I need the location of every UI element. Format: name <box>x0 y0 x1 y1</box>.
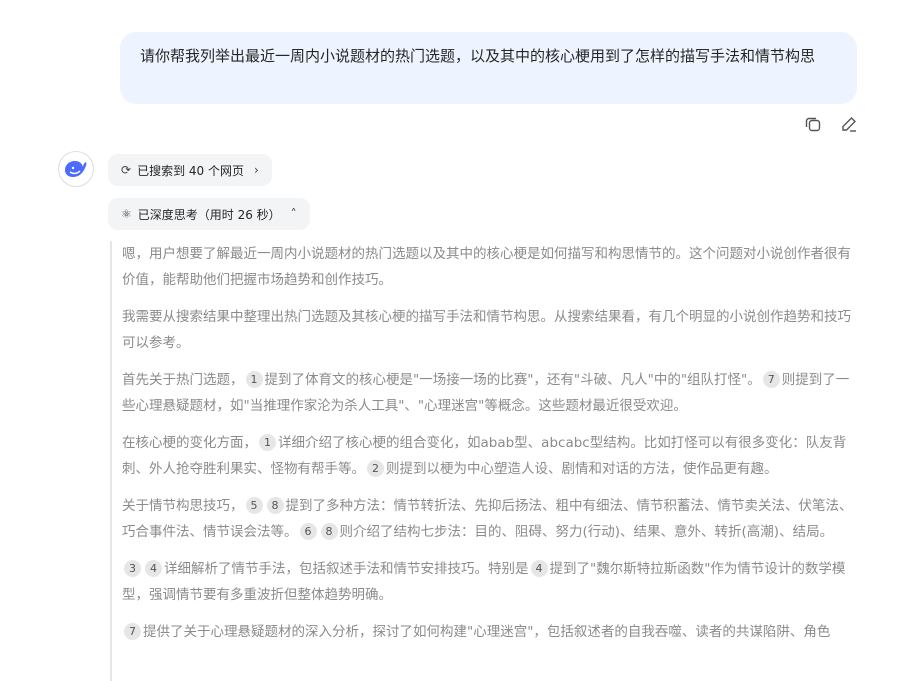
citation-badge[interactable]: 1 <box>259 434 276 451</box>
citation-badge[interactable]: 2 <box>367 460 384 477</box>
thinking-paragraph: 嗯，用户想要了解最近一周内小说题材的热门选题以及其中的核心梗是如何描写和构思情节… <box>122 246 851 288</box>
citation-badge[interactable]: 1 <box>245 371 263 388</box>
thinking-paragraph: 首先关于热门选题， 1 提到了体育文的核心梗是"一场接一场的比赛"，还有"斗破、凡人… <box>122 367 862 419</box>
citation-badge[interactable]: 8 <box>266 497 284 514</box>
user-message: 请你帮我列举出最近一周内小说题材的热门选题，以及其中的核心梗用到了怎样的描写手法… <box>120 32 857 104</box>
thinking-paragraph: 3 4 详细解析了情节手法，包括叙述手法和情节安排技巧。特别是 4 提到了"魏尔斯特拉斯… <box>122 556 862 608</box>
text-span: 则介绍了结构七步法：目的、阻碍、努力(行动)、结果、意外、转折(高潮)、结局。 <box>339 524 834 540</box>
citation-badge[interactable]: 7 <box>762 371 780 388</box>
thinking-paragraph: 7 提供了关于心理悬疑题材的深入分析，探讨了如何构建"心理迷宫"，包括叙述者的自我… <box>122 619 862 645</box>
assistant-avatar <box>58 151 94 187</box>
whale-logo-icon <box>65 161 87 177</box>
citation-badge[interactable]: 8 <box>320 523 338 540</box>
edit-icon[interactable] <box>839 114 859 134</box>
citation-badge[interactable]: 4 <box>145 560 162 577</box>
thinking-content: 嗯，用户想要了解最近一周内小说题材的热门选题以及其中的核心梗是如何描写和构思情节… <box>110 241 862 681</box>
thinking-paragraph: 我需要从搜索结果中整理出热门选题及其核心梗的描写手法和情节构思。从搜索结果看，有… <box>122 309 851 351</box>
text-span: 在核心梗的变化方面， <box>122 435 257 451</box>
deep-thinking-toggle[interactable]: ⚛ 已深度思考（用时 26 秒） ˄ <box>108 198 310 230</box>
message-actions <box>803 114 859 134</box>
citation-badge[interactable]: 5 <box>245 497 263 514</box>
text-span: 则提到以梗为中心塑造人设、剧情和对话的方法，使作品更有趣。 <box>386 461 778 477</box>
text-span: 关于情节构思技巧， <box>122 498 244 514</box>
citation-badge[interactable]: 7 <box>124 623 141 640</box>
text-span: 提到了体育文的核心梗是"一场接一场的比赛"，还有"斗破、凡人"中的"组队打怪"。 <box>264 372 761 388</box>
text-span: 首先关于热门选题， <box>122 372 244 388</box>
text-span: 提供了关于心理悬疑题材的深入分析，探讨了如何构建"心理迷宫"，包括叙述者的自我吞… <box>143 624 831 640</box>
search-results-button[interactable]: ⟳ 已搜索到 40 个网页 › <box>108 154 272 186</box>
chevron-right-icon: › <box>253 163 259 177</box>
citation-badge[interactable]: 3 <box>124 560 141 577</box>
citation-badge[interactable]: 6 <box>299 523 317 540</box>
thinking-paragraph: 在核心梗的变化方面， 1 详细介绍了核心梗的组合变化，如abab型、abcabc型结… <box>122 430 862 482</box>
thinking-paragraph: 关于情节构思技巧， 5 8 提到了多种方法：情节转折法、先抑后扬法、粗中有细法、情节积… <box>122 493 862 545</box>
atom-icon: ⚛ <box>121 207 132 221</box>
refresh-icon: ⟳ <box>121 163 132 177</box>
citation-badge[interactable]: 4 <box>530 560 548 577</box>
deep-thinking-label: 已深度思考（用时 26 秒） <box>137 207 281 222</box>
chevron-up-icon: ˄ <box>290 207 297 221</box>
search-results-label: 已搜索到 40 个网页 <box>137 163 244 178</box>
text-span: 详细解析了情节手法，包括叙述手法和情节安排技巧。特别是 <box>164 561 529 577</box>
copy-icon[interactable] <box>803 114 823 134</box>
